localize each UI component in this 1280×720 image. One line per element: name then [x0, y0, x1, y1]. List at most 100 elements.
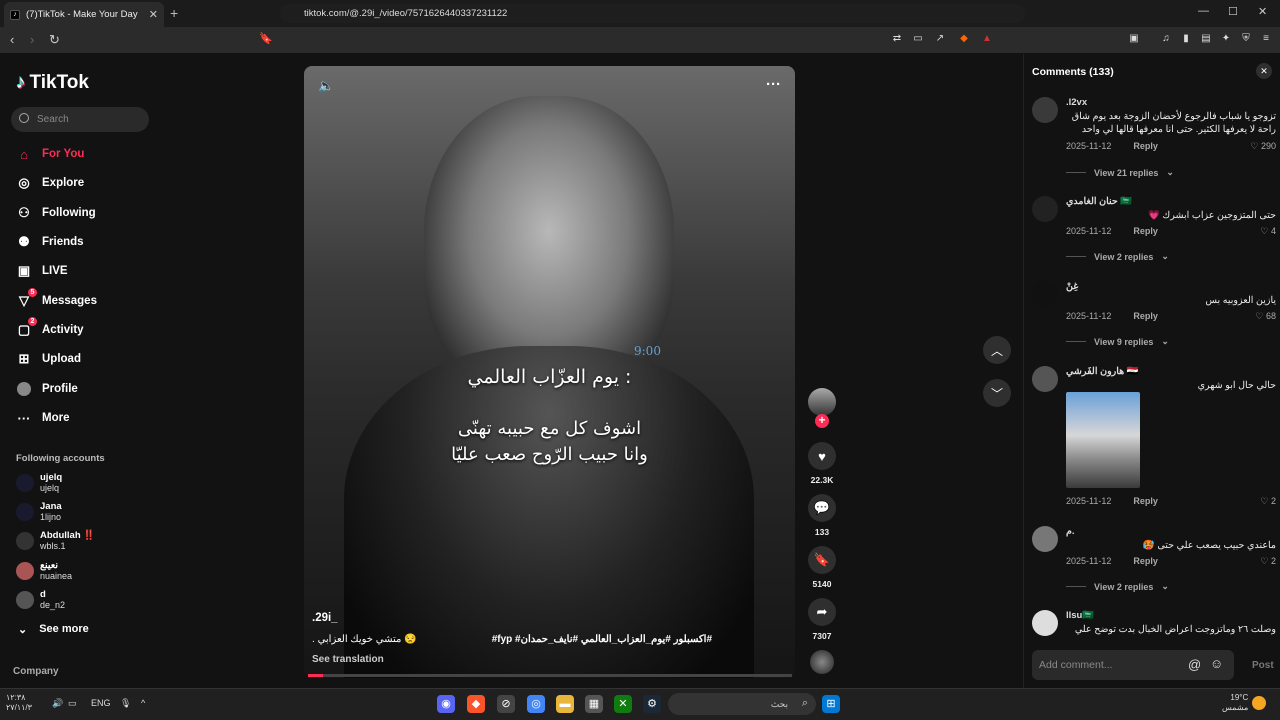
video-hashtags[interactable]: #fyp #اكسبلور #يوم_العزاب_العالمي #نايف_…	[492, 634, 712, 645]
video-author[interactable]: .29i_	[312, 612, 338, 624]
reply-button[interactable]: Reply	[1133, 226, 1158, 236]
tiktok-logo[interactable]: ♪ TikTok	[16, 72, 89, 94]
account-item[interactable]: نعينع nuainea	[16, 558, 72, 584]
like-button[interactable]: ♥ 22.3K	[808, 442, 836, 485]
close-window-button[interactable]: ✕	[1258, 5, 1267, 18]
reload-icon[interactable]: ↻	[49, 32, 60, 48]
tabs-icon[interactable]: ▣	[1127, 32, 1141, 46]
rewards-icon[interactable]: ▲	[980, 32, 994, 46]
avatar[interactable]	[1032, 97, 1058, 123]
avatar[interactable]	[1032, 610, 1058, 636]
nav-friends[interactable]: ⚉ Friends	[16, 232, 83, 252]
app-icon[interactable]: ⊘	[497, 695, 515, 713]
maximize-button[interactable]: ☐	[1228, 5, 1238, 18]
nav-for-you[interactable]: ⌂ For You	[16, 144, 84, 164]
avatar[interactable]	[1032, 526, 1058, 552]
windows-start-icon[interactable]: ⊞	[822, 695, 840, 713]
avatar[interactable]	[1032, 366, 1058, 392]
file-explorer-icon[interactable]: ▬	[556, 695, 574, 713]
more-options-icon[interactable]: ···	[766, 76, 781, 93]
add-comment-input[interactable]: Add comment... @ ☺	[1032, 650, 1234, 680]
comment-like-button[interactable]: ♡ 68	[1255, 311, 1276, 322]
video-player[interactable]: 9:00 يوم العزّاب العالمي : اشوف كل مع حب…	[304, 66, 795, 678]
comment-username[interactable]: llsu🇸🇦	[1066, 610, 1094, 621]
forward-icon[interactable]: ›	[30, 32, 34, 47]
cast-icon[interactable]: ▭	[911, 32, 925, 46]
leo-icon[interactable]: ✦	[1219, 32, 1233, 46]
account-item[interactable]: Abdullah ‼️ wbls.1	[16, 528, 95, 554]
see-translation-link[interactable]: See translation	[312, 654, 384, 665]
see-more-button[interactable]: ⌄ See more	[18, 623, 89, 636]
nav-profile[interactable]: Profile	[16, 379, 78, 399]
brave-shield-icon[interactable]: ◆	[957, 32, 971, 46]
share-button[interactable]: ➦ 7307	[808, 598, 836, 641]
reply-button[interactable]: Reply	[1133, 311, 1158, 321]
emoji-icon[interactable]: ☺	[1210, 656, 1223, 671]
previous-video-button[interactable]: ︿	[983, 336, 1011, 364]
comment-image[interactable]	[1066, 392, 1140, 488]
chevron-up-icon[interactable]: ^	[141, 698, 145, 708]
save-button[interactable]: 🔖 5140	[808, 546, 836, 589]
view-replies-button[interactable]: View 21 replies ⌄	[1066, 167, 1174, 178]
discord-app-icon[interactable]: ◉	[437, 695, 455, 713]
account-item[interactable]: Jana 1lijno	[16, 499, 62, 525]
reply-button[interactable]: Reply	[1133, 556, 1158, 566]
account-item[interactable]: d de_n2	[16, 587, 65, 613]
music-icon[interactable]: ♫	[1159, 32, 1173, 46]
steam-app-icon[interactable]: ⚙	[643, 695, 661, 713]
nav-messages[interactable]: ▽ 5 Messages	[16, 288, 97, 311]
post-comment-button[interactable]: Post	[1252, 660, 1274, 671]
nav-more[interactable]: ··· More	[16, 408, 70, 428]
bookmark-icon[interactable]: 🔖	[259, 32, 273, 45]
view-replies-button[interactable]: View 2 replies ⌄	[1066, 581, 1169, 592]
search-input[interactable]: Search	[11, 107, 149, 132]
nav-following[interactable]: ⚇ Following	[16, 203, 95, 223]
music-disc-icon[interactable]	[810, 650, 834, 674]
video-progress-bar[interactable]	[308, 674, 792, 677]
clock[interactable]: ١٢:٣٨ ٢٧/١١/٣	[6, 693, 32, 713]
chrome-app-icon[interactable]: ◎	[527, 695, 545, 713]
avatar[interactable]	[1032, 196, 1058, 222]
vpn-icon[interactable]: ⛨	[1239, 32, 1253, 46]
close-icon[interactable]: ✕	[1256, 63, 1272, 79]
new-tab-button[interactable]: +	[170, 5, 178, 21]
browser-tab[interactable]: ♪ (7)TikTok - Make Your Day ✕	[4, 2, 164, 27]
tab-close-icon[interactable]: ✕	[149, 8, 158, 21]
reply-button[interactable]: Reply	[1133, 496, 1158, 506]
view-replies-button[interactable]: View 2 replies ⌄	[1066, 251, 1169, 262]
volume-icon[interactable]: 🔈	[318, 78, 334, 94]
brave-app-icon[interactable]: ◆	[467, 695, 485, 713]
avatar[interactable]	[1032, 281, 1058, 307]
account-item[interactable]: ujelq ujelq	[16, 470, 62, 496]
network-tray-icon[interactable]: ▭	[68, 698, 77, 709]
comment-username[interactable]: .l2vx	[1066, 97, 1087, 108]
volume-tray-icon[interactable]: 🔊	[52, 698, 63, 709]
url-field[interactable]: tiktok.com/@.29i_/video/7571626440337231…	[280, 4, 1025, 23]
next-video-button[interactable]: ﹀	[983, 379, 1011, 407]
comment-like-button[interactable]: ♡ 2	[1260, 496, 1276, 507]
company-link[interactable]: Company	[13, 666, 59, 677]
back-icon[interactable]: ‹	[10, 32, 14, 47]
comment-username[interactable]: حنان الغامدي 🇸🇦	[1066, 196, 1132, 207]
reply-button[interactable]: Reply	[1133, 141, 1158, 151]
nav-live[interactable]: ▣ LIVE	[16, 261, 68, 281]
comment-button[interactable]: 💬 133	[808, 494, 836, 537]
store-app-icon[interactable]: ▦	[585, 695, 603, 713]
weather-widget[interactable]: 19°C مشمس	[1222, 693, 1248, 713]
taskbar-search[interactable]: بحث ⌕	[668, 693, 816, 715]
language-indicator[interactable]: ENG	[91, 698, 111, 708]
nav-upload[interactable]: ⊞ Upload	[16, 349, 81, 369]
view-replies-button[interactable]: View 9 replies ⌄	[1066, 336, 1169, 347]
mention-icon[interactable]: @	[1188, 657, 1201, 672]
minimize-button[interactable]: —	[1198, 5, 1209, 17]
comment-like-button[interactable]: ♡ 4	[1260, 226, 1276, 237]
comment-username[interactable]: م.	[1066, 526, 1075, 537]
media-icon[interactable]: ⇄	[890, 32, 904, 46]
wallet-icon[interactable]: ▤	[1199, 32, 1213, 46]
nav-activity[interactable]: ▢ 2 Activity	[16, 317, 84, 340]
author-avatar[interactable]	[808, 388, 836, 416]
nav-explore[interactable]: ◎ Explore	[16, 173, 84, 193]
sidebar-toggle-icon[interactable]: ▮	[1179, 32, 1193, 46]
comment-like-button[interactable]: ♡ 2	[1260, 556, 1276, 567]
menu-icon[interactable]: ≡	[1259, 32, 1273, 46]
